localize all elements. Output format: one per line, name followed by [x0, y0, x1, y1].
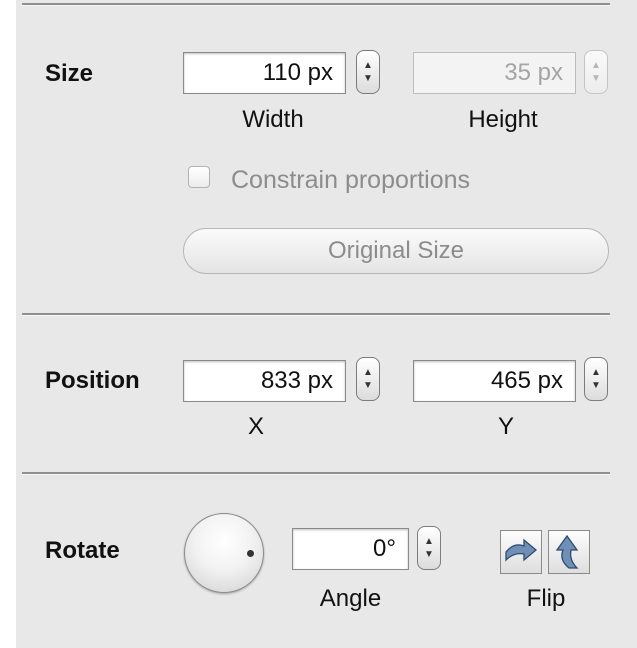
stepper-up-icon[interactable]: ▲: [591, 59, 601, 72]
x-stepper[interactable]: ▲ ▼: [356, 357, 380, 401]
flip-horizontal-button[interactable]: [500, 530, 542, 574]
size-position-divider: [22, 313, 610, 316]
stepper-up-icon[interactable]: ▲: [424, 535, 434, 548]
flip-caption: Flip: [526, 585, 566, 612]
position-label: Position: [45, 367, 140, 394]
rotate-label: Rotate: [45, 537, 120, 564]
original-size-button[interactable]: Original Size: [183, 228, 609, 274]
flip-vertical-button[interactable]: [548, 530, 590, 574]
stepper-down-icon[interactable]: ▼: [424, 548, 434, 561]
x-field[interactable]: 833 px: [183, 360, 346, 402]
stepper-down-icon[interactable]: ▼: [363, 72, 373, 85]
y-stepper[interactable]: ▲ ▼: [584, 357, 608, 401]
rotation-knob-icon[interactable]: [184, 513, 264, 593]
stepper-up-icon[interactable]: ▲: [363, 366, 373, 379]
y-caption: Y: [497, 413, 514, 440]
knob-indicator: [247, 550, 254, 557]
width-stepper[interactable]: ▲ ▼: [356, 50, 380, 94]
position-rotate-divider: [22, 472, 610, 475]
constrain-proportions-checkbox[interactable]: [188, 166, 210, 188]
stepper-up-icon[interactable]: ▲: [363, 59, 373, 72]
height-stepper[interactable]: ▲ ▼: [584, 50, 608, 94]
constrain-proportions-label[interactable]: Constrain proportions: [231, 166, 470, 195]
height-caption: Height: [468, 106, 538, 133]
flip-vertical-icon: [555, 534, 579, 569]
height-field[interactable]: 35 px: [413, 52, 576, 94]
width-caption: Width: [242, 106, 304, 133]
angle-caption: Angle: [319, 585, 382, 612]
stepper-down-icon[interactable]: ▼: [363, 379, 373, 392]
x-caption: X: [247, 413, 264, 440]
angle-stepper[interactable]: ▲ ▼: [417, 526, 441, 570]
flip-horizontal-icon: [505, 538, 538, 562]
y-field[interactable]: 465 px: [413, 360, 576, 402]
stepper-down-icon[interactable]: ▼: [591, 72, 601, 85]
top-divider: [22, 3, 610, 6]
width-field[interactable]: 110 px: [183, 52, 346, 94]
stepper-up-icon[interactable]: ▲: [591, 366, 601, 379]
stepper-down-icon[interactable]: ▼: [591, 379, 601, 392]
angle-field[interactable]: 0°: [292, 528, 409, 570]
size-label: Size: [45, 60, 94, 87]
